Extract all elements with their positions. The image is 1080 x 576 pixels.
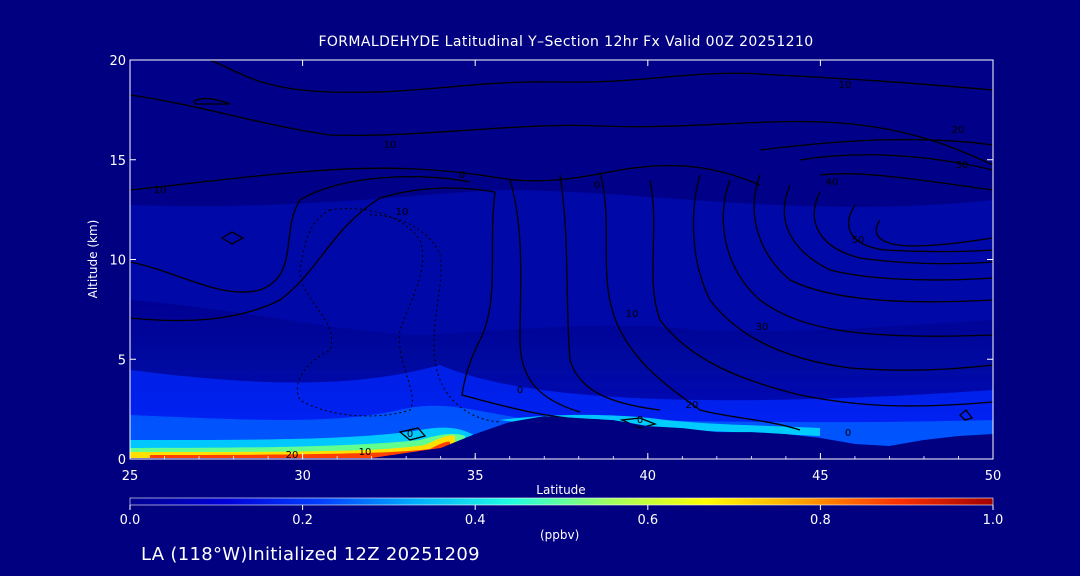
- contour-label: 40: [826, 177, 839, 188]
- colorbar-tick-label: 1.0: [983, 513, 1004, 528]
- contour-label: 10: [396, 207, 409, 218]
- contour-label: 20: [686, 400, 699, 411]
- x-tick-label: 45: [812, 469, 829, 484]
- contour-label: 0: [594, 180, 600, 191]
- chart-svg: 10 10 10 0 0 0 0 0 10 20 30 40 50 30 20 10 20 10 0 25 30 35 4…: [86, 54, 1004, 528]
- y-tick-label: 10: [109, 254, 126, 269]
- contour-label: 10: [359, 447, 372, 458]
- x-tick-label: 40: [640, 469, 657, 484]
- colorbar-tick-label: 0.8: [810, 513, 831, 528]
- y-tick-label: 20: [109, 54, 126, 69]
- footer-caption: LA (118°W)Initialized 12Z 20251209: [141, 544, 480, 565]
- contour-label: 10: [626, 309, 639, 320]
- contour-label: 50: [852, 235, 865, 246]
- contour-label: 10: [154, 185, 167, 196]
- x-axis-label: Latitude: [536, 483, 585, 497]
- x-tick-label: 25: [122, 469, 139, 484]
- contour-label: 10: [384, 140, 397, 151]
- y-axis-label: Altitude (km): [86, 220, 100, 299]
- contour-label: 30: [956, 160, 969, 171]
- y-tick-label: 15: [109, 154, 126, 169]
- x-tick-label: 30: [294, 469, 311, 484]
- y-tick-label: 5: [118, 353, 126, 368]
- colorbar-tick-label: 0.6: [637, 513, 658, 528]
- colorbar: [129, 497, 994, 506]
- x-tick-label: 35: [467, 469, 484, 484]
- contour-label: 0: [845, 428, 851, 439]
- contour-label: 0: [517, 385, 523, 396]
- contour-label: 0: [459, 170, 465, 181]
- colorbar-tick-label: 0.4: [465, 513, 486, 528]
- colorbar-tick-label: 0.2: [292, 513, 313, 528]
- concentration-field: [130, 60, 993, 459]
- colorbar-ticks: 0.0 0.2 0.4 0.6 0.8 1.0: [120, 505, 1004, 528]
- colorbar-units: (ppbv): [540, 528, 580, 542]
- contour-label: 10: [839, 80, 852, 91]
- x-tick-label: 50: [985, 469, 1002, 484]
- colorbar-tick-label: 0.0: [120, 513, 141, 528]
- contour-label: 30: [756, 322, 769, 333]
- contour-label: 20: [952, 125, 965, 136]
- y-tick-label: 0: [118, 453, 126, 468]
- contour-label: 0: [407, 429, 413, 440]
